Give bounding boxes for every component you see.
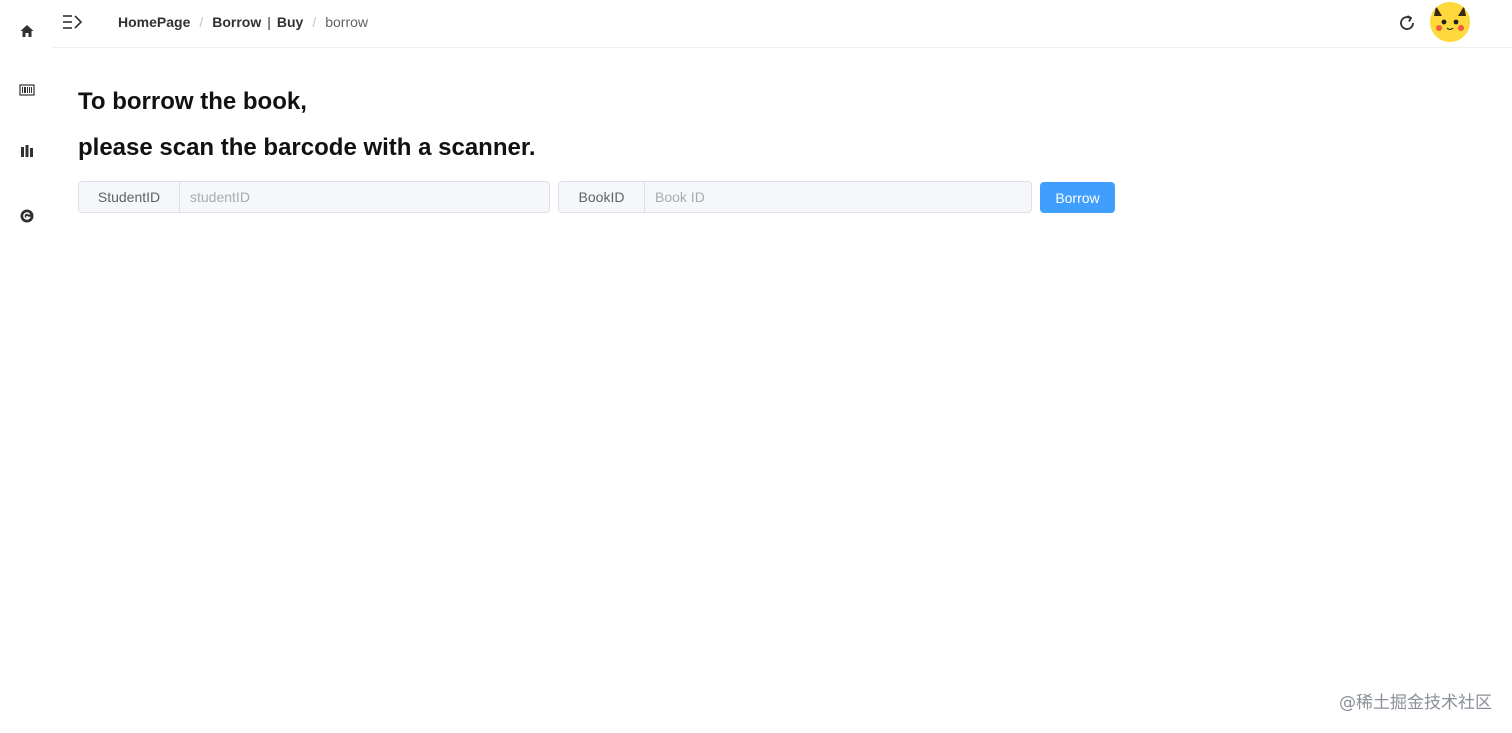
student-id-input[interactable] [180,182,549,212]
book-id-input[interactable] [645,182,1031,212]
top-navbar: HomePage / Borrow | Buy / borrow [52,0,1512,48]
avatar[interactable] [1430,2,1470,42]
sidebar [0,0,52,733]
menu-unfold-icon[interactable] [62,12,84,32]
breadcrumb: HomePage / Borrow | Buy / borrow [118,14,368,30]
book-id-label: BookID [559,182,645,212]
breadcrumb-buy[interactable]: Buy [277,14,303,30]
book-id-group: BookID [558,181,1032,213]
breadcrumb-separator: / [199,14,204,30]
refresh-icon[interactable] [1396,12,1418,34]
breadcrumb-separator: / [312,14,317,30]
library-icon[interactable] [18,142,36,160]
github-icon[interactable] [18,207,36,225]
student-id-group: StudentID [78,181,550,213]
breadcrumb-home[interactable]: HomePage [118,14,190,30]
page-title-line2: please scan the barcode with a scanner. [78,134,536,161]
home-icon[interactable] [18,22,36,40]
breadcrumb-divider: | [267,14,271,30]
watermark: @稀土掘金技术社区 [1339,693,1492,713]
breadcrumb-current: borrow [325,14,369,30]
page-title-line1: To borrow the book, [78,88,307,115]
breadcrumb-borrow[interactable]: Borrow [212,14,261,30]
barcode-icon[interactable] [18,81,36,99]
student-id-label: StudentID [79,182,180,212]
borrow-button[interactable]: Borrow [1040,182,1115,213]
